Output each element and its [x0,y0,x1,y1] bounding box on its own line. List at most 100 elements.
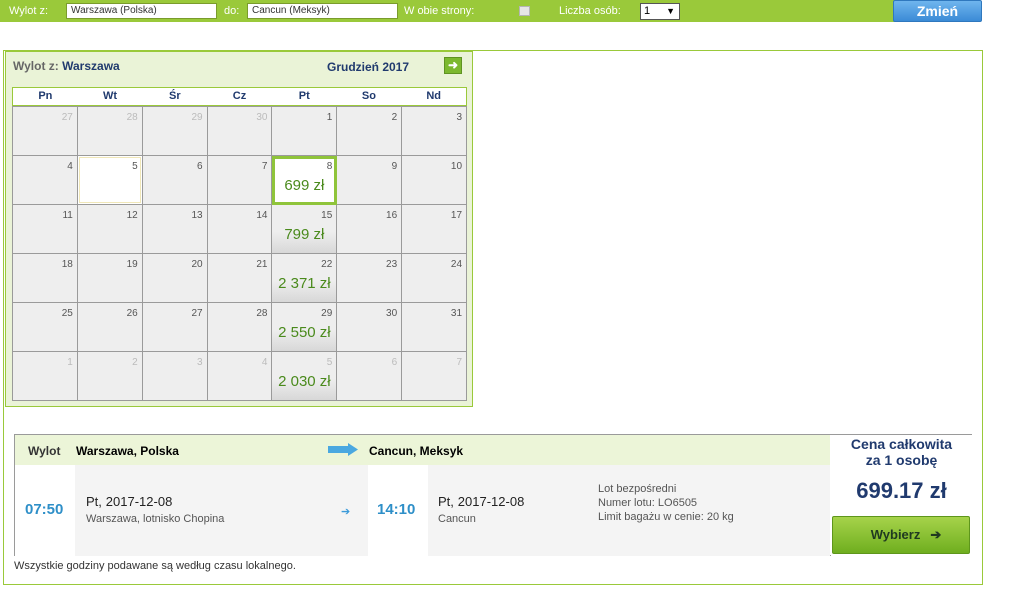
day-number: 31 [450,308,463,319]
next-month-button[interactable]: ➜ [444,57,462,74]
from-label: Wylot z: [9,5,49,17]
calendar-day: 17 [402,205,468,254]
day-number: 4 [67,161,73,172]
price-title: Cena całkowita za 1 osobę [831,436,972,468]
weekday-label: Nd [426,90,441,102]
calendar-day: 13 [142,205,208,254]
arrival-place: Cancun [438,513,476,525]
day-number: 7 [456,357,463,368]
day-number: 19 [126,259,138,270]
persons-value: 1 [644,5,651,17]
day-number: 30 [386,308,398,319]
day-number: 29 [321,308,333,319]
day-number: 12 [126,210,138,221]
arrival-date: 2017-12-08 [457,494,525,509]
calendar-days: 27 28 29 30 1 2 3 4 5 6 7 8 699 zł 9 10 11 12 13 14 15 799 z… [12,106,468,401]
chevron-down-icon: ▼ [666,6,675,16]
day-number: 2 [132,357,138,368]
day-number: 29 [191,112,203,123]
calendar-week: 4 5 6 7 8 699 zł 9 10 [13,156,468,205]
flight-destination: Cancun, Meksyk [369,444,464,458]
calendar-origin-city: Warszawa [62,59,120,73]
day-number: 22 [321,259,333,270]
day-number: 14 [256,210,268,221]
day-number: 21 [256,259,268,270]
calendar-day: 1 [13,352,78,401]
calendar-day: 3 [142,352,208,401]
arrival-weekday: Pt, [438,494,454,509]
calendar-day: 25 [13,303,78,352]
day-price: 699 zł [284,177,325,194]
calendar-week: 1 2 3 4 5 2 030 zł 6 7 [13,352,468,401]
departure-place: Warszawa, lotnisko Chopina [86,513,225,525]
calendar-week: 18 19 20 21 22 2 371 zł 23 24 [13,254,468,303]
arrival-time: 14:10 [377,501,416,518]
arrow-right-icon: ➔ [341,506,351,518]
calendar-day: 14 [207,205,273,254]
day-number: 10 [450,161,463,172]
day-number: 8 [326,161,333,172]
day-number: 9 [391,161,398,172]
arrow-right-icon: ➜ [447,58,459,72]
calendar-day: 5 [77,156,143,205]
calendar-day: 4 [13,156,78,205]
calendar-origin-label: Wylot z: [13,59,59,73]
price-calendar: Wylot z: Warszawa Grudzień 2017 ➜ Pn Wt Śr… [5,51,473,407]
departure-time-cell: 07:50 [15,465,75,556]
day-price: 799 zł [284,226,325,243]
day-price: 2 030 zł [278,373,331,390]
day-number: 20 [191,259,203,270]
to-label: do: [224,5,240,17]
to-input[interactable]: Cancun (Meksyk) [247,3,398,19]
day-number: 28 [126,112,138,123]
roundtrip-label: W obie strony: [404,5,475,17]
flight-origin: Warszawa, Polska [76,444,179,458]
calendar-day: 2 [77,352,143,401]
weekday-label: Śr [168,90,181,102]
day-number: 26 [126,308,138,319]
day-number: 7 [261,161,268,172]
flight-result: Wylot Warszawa, Polska Cancun, Meksyk 07… [14,434,972,556]
calendar-day-with-price[interactable]: 15 799 zł [272,205,338,254]
calendar-day: 24 [402,254,468,303]
calendar-day: 21 [207,254,273,303]
day-number: 3 [456,112,463,123]
day-number: 15 [321,210,333,221]
calendar-day-with-price[interactable]: 29 2 550 zł [272,303,338,352]
roundtrip-checkbox[interactable] [519,6,530,16]
local-time-note: Wszystkie godziny podawane są według cza… [14,560,296,572]
day-number: 28 [256,308,268,319]
departure-date: 2017-12-08 [105,494,173,509]
from-input[interactable]: Warszawa (Polska) [66,3,217,19]
calendar-day: 1 [272,107,338,156]
calendar-day-with-price[interactable]: 22 2 371 zł [272,254,338,303]
day-number: 27 [191,308,203,319]
flight-header: Wylot Warszawa, Polska Cancun, Meksyk [15,435,830,465]
day-number: 2 [391,112,398,123]
calendar-day-with-price[interactable]: 5 2 030 zł [272,352,338,401]
calendar-day: 26 [77,303,143,352]
day-number: 5 [326,357,333,368]
direct-flight-text: Lot bezpośredni [598,483,677,495]
weekday-label: Pn [38,90,53,102]
total-price: 699.17 zł [856,478,947,503]
persons-select[interactable]: 1 ▼ [640,3,680,20]
route-arrow-icon [328,443,358,456]
calendar-week: 27 28 29 30 1 2 3 [13,107,468,156]
choose-button-label: Wybierz [870,527,921,542]
calendar-day-with-price[interactable]: 8 699 zł [272,156,338,205]
calendar-day: 12 [77,205,143,254]
calendar-week: 11 12 13 14 15 799 zł 16 17 [13,205,468,254]
day-number: 27 [61,112,73,123]
calendar-day: 11 [13,205,78,254]
weekday-label: Cz [232,90,247,102]
price-title-line-2: za 1 osobę [865,452,938,468]
arrow-right-icon: ➔ [930,527,942,542]
search-bar: Wylot z: Warszawa (Polska) do: Cancun (M… [0,0,979,22]
day-price: 2 550 zł [278,324,331,341]
calendar-day: 3 [402,107,468,156]
change-button[interactable]: Zmień [893,0,982,22]
day-number: 18 [61,259,73,270]
choose-button[interactable]: Wybierz ➔ [832,516,970,554]
calendar-grid: Pn Wt Śr Cz Pt So Nd 27 28 29 30 1 2 3 4 5 6 7 8 699 zł 9 10… [12,87,468,401]
